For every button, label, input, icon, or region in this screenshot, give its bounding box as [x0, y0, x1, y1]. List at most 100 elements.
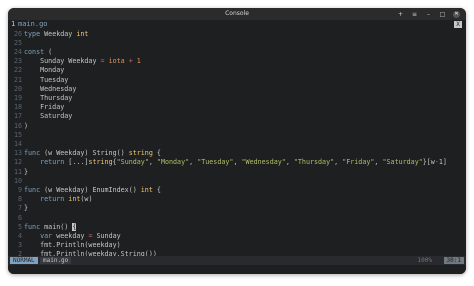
code-line[interactable]: 5 func main() { — [8, 222, 466, 232]
code-token: fmt.Println(weekday) — [24, 241, 121, 250]
title-bar[interactable]: Console + ≡ – □ ✕ — [8, 8, 466, 20]
code-token: weekday — [56, 231, 89, 240]
code-token: func — [24, 149, 45, 158]
code-line[interactable]: 7} — [8, 204, 466, 213]
line-number: 8 — [17, 195, 22, 204]
vim-editor[interactable]: 1 main.go X 26 type Weekday int 25 24 const … — [8, 20, 466, 274]
code-token: (w) — [80, 195, 93, 204]
code-line[interactable]: 12 return [...]string{"Sunday", "Monday"… — [8, 158, 466, 167]
line-number: 14 — [13, 139, 22, 148]
code-text: func (w Weekday) String() string { — [24, 149, 161, 158]
code-text: ) — [24, 122, 28, 131]
code-line[interactable]: 26 type Weekday int — [8, 30, 466, 39]
code-line[interactable]: 11} — [8, 168, 466, 177]
code-token: int — [140, 185, 157, 194]
code-text: } — [24, 204, 28, 213]
line-number: 20 — [13, 84, 22, 93]
code-token: "Thursday" — [293, 158, 335, 167]
line-number: 26 — [13, 29, 22, 38]
code-token: Sunday — [96, 231, 121, 240]
tab-filename[interactable]: main.go — [18, 20, 48, 29]
code-token: { — [156, 185, 161, 194]
code-token: Monday — [24, 66, 65, 75]
code-token: 1] — [438, 158, 447, 167]
line-number: 22 — [13, 66, 22, 75]
code-text: Sunday Weekday = iota + 1 — [24, 57, 141, 66]
code-token: Thursday — [24, 93, 73, 102]
code-line[interactable]: 16) — [8, 122, 466, 131]
code-token: , — [334, 158, 343, 167]
code-line[interactable]: 22 Monday — [8, 66, 466, 75]
line-number: 4 — [17, 231, 22, 240]
code-line[interactable]: 17 Saturday — [8, 112, 466, 121]
line-number: 16 — [13, 121, 22, 130]
code-text: Saturday — [24, 112, 72, 121]
terminal-window: Console + ≡ – □ ✕ 1 main.go X 26 type Wee… — [8, 8, 466, 274]
code-line[interactable]: 23 Sunday Weekday = iota + 1 — [8, 57, 466, 66]
add-tab-icon[interactable]: + — [397, 11, 404, 18]
code-token: Tuesday — [24, 75, 69, 84]
line-number: 11 — [13, 167, 22, 176]
code-line[interactable]: 6 — [8, 214, 466, 223]
code-text: fmt.Println(weekday) — [24, 241, 121, 250]
cursor-position: 30:1 — [443, 257, 464, 264]
scroll-percent: 100% — [417, 257, 432, 264]
command-line[interactable] — [8, 265, 466, 274]
code-line[interactable]: 25 — [8, 39, 466, 48]
code-line[interactable]: 4 var weekday = Sunday — [8, 232, 466, 241]
code-text: Thursday — [24, 94, 72, 103]
maximize-icon[interactable]: □ — [439, 11, 446, 18]
status-line: NORMAL main.go 100% 30:1 — [8, 256, 466, 265]
code-text: Monday — [24, 66, 64, 75]
line-number: 19 — [13, 93, 22, 102]
code-line[interactable]: 14 — [8, 140, 466, 149]
menu-icon[interactable]: ≡ — [411, 11, 418, 18]
code-token: "Monday" — [156, 158, 190, 167]
tab-number: 1 — [11, 20, 16, 28]
line-number: 18 — [13, 103, 22, 112]
code-line[interactable]: 20 Wednesday — [8, 85, 466, 94]
code-token: { — [156, 149, 161, 158]
code-token: iota — [108, 57, 129, 66]
code-text: } — [24, 168, 28, 177]
line-number: 13 — [13, 149, 22, 158]
code-line[interactable]: 9 func (w Weekday) EnumIndex() int { — [8, 186, 466, 195]
code-line[interactable]: 10 — [8, 177, 466, 186]
line-number: 5 — [17, 222, 22, 231]
code-token: func — [24, 222, 45, 231]
code-line[interactable]: 8 return int(w) — [8, 195, 466, 204]
code-token: "Wednesday" — [241, 158, 286, 167]
status-filename: main.go — [40, 257, 72, 264]
line-number: 9 — [17, 185, 22, 194]
code-token: = — [100, 57, 109, 66]
code-token: Friday — [24, 103, 65, 112]
code-text: Wednesday — [24, 85, 76, 94]
code-token: , — [285, 158, 294, 167]
code-line[interactable]: 19 Thursday — [8, 94, 466, 103]
code-text: type Weekday int — [24, 30, 88, 39]
code-line[interactable]: 13 func (w Weekday) String() string { — [8, 149, 466, 158]
code-token: ( — [48, 47, 53, 56]
code-line[interactable]: 18 Friday — [8, 103, 466, 112]
line-number: 21 — [13, 75, 22, 84]
minimize-icon[interactable]: – — [425, 11, 432, 18]
window-controls: + ≡ – □ ✕ — [397, 8, 460, 20]
code-line[interactable]: 15 — [8, 131, 466, 140]
line-number: 23 — [13, 57, 22, 66]
mode-indicator: NORMAL — [10, 257, 38, 264]
code-token: Wednesday — [24, 84, 77, 93]
code-text: var weekday = Sunday — [24, 232, 121, 241]
code-line[interactable]: 21 Tuesday — [8, 76, 466, 85]
code-token: Saturday — [24, 112, 73, 121]
close-icon[interactable]: ✕ — [453, 10, 460, 18]
code-line[interactable]: 24 const ( — [8, 48, 466, 57]
code-token: }[w — [422, 158, 435, 167]
close-tab-icon[interactable]: X — [454, 21, 462, 28]
code-token: string — [88, 158, 113, 167]
code-token: + — [128, 57, 137, 66]
code-text: return int(w) — [24, 195, 92, 204]
code-text: Tuesday — [24, 76, 68, 85]
code-line[interactable]: 3 fmt.Println(weekday) — [8, 241, 466, 250]
code-token: const — [24, 47, 49, 56]
